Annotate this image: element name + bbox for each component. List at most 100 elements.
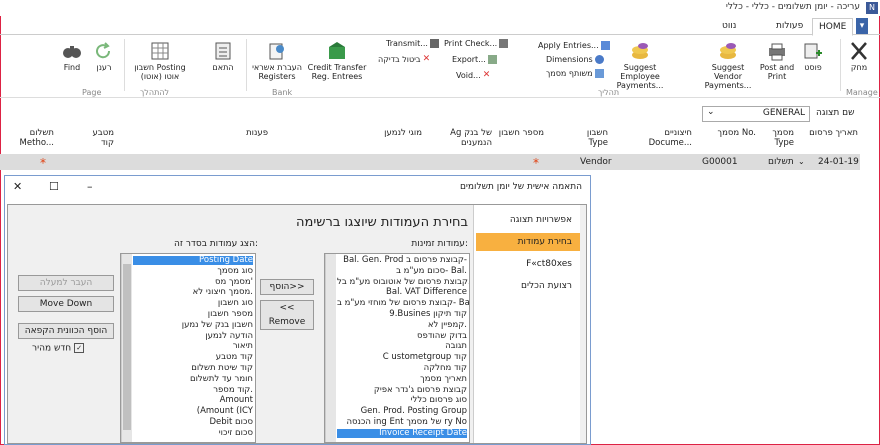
- maximize-icon[interactable]: ☐: [49, 180, 59, 193]
- row-document-type[interactable]: תשלום: [768, 157, 794, 167]
- list-item[interactable]: הודעה לנמען: [133, 331, 253, 341]
- column-header-payment-method[interactable]: תשלום Metho...: [14, 128, 54, 148]
- list-item[interactable]: קוד מטבע: [133, 352, 253, 362]
- list-item[interactable]: מספר חשבון: [133, 309, 253, 319]
- available-columns-list[interactable]: Bal. Gen. Prod קבוצת פרסום ב- סכום מע"מ ב…: [324, 253, 470, 443]
- tab-actions[interactable]: פעולות: [770, 18, 809, 34]
- list-item[interactable]: מסמך חיצוני לא.: [133, 287, 253, 297]
- list-item[interactable]: סוג פרסום כללי: [337, 395, 467, 405]
- group-label-manage: Manage: [846, 88, 878, 97]
- group-label-bank: Bank: [272, 88, 293, 97]
- suggest-vendor-payments-button[interactable]: Suggest Vendor Payments...: [700, 41, 756, 90]
- chevron-down-icon[interactable]: ⌄: [798, 157, 805, 166]
- list-item[interactable]: (Amount (ICY: [133, 406, 253, 416]
- list-item[interactable]: סכום זיכוי: [133, 428, 253, 438]
- credit-transfer-button[interactable]: Credit Transfer Reg. Entrees: [304, 41, 370, 81]
- list-item[interactable]: Invoice Receipt Date: [337, 428, 467, 439]
- suggest-employee-payments-button[interactable]: Suggest Employee Payments...: [612, 41, 668, 90]
- list-item[interactable]: הכנסה ing Ent של מסמך ry No: [337, 417, 467, 427]
- list-item[interactable]: קוד שיטת תשלום: [133, 363, 253, 373]
- nav-item-choose-columns[interactable]: בחירת עמודות: [476, 233, 580, 251]
- move-up-button[interactable]: העבר למעלה: [18, 275, 114, 291]
- list-item[interactable]: Bal. VAT Difference: [337, 287, 467, 297]
- available-scrollbar[interactable]: [325, 254, 336, 442]
- checkbox-checked-icon[interactable]: ✓: [74, 343, 85, 353]
- scrollbar-thumb[interactable]: [123, 264, 131, 430]
- delete-button[interactable]: מחק: [844, 41, 874, 72]
- tab-home[interactable]: HOME: [812, 18, 854, 36]
- posting-calc-button[interactable]: חשבון Posting אוטו (אוטו): [128, 41, 192, 81]
- refresh-button[interactable]: רענן: [90, 41, 118, 72]
- reconcile-button[interactable]: משותף מסמך: [546, 69, 604, 78]
- find-button[interactable]: Find: [58, 41, 86, 72]
- list-item[interactable]: Posting Date: [133, 255, 253, 266]
- choose-columns-panel: בחירת העמודות שיוצגו ברשימה עמודות זמינו…: [8, 205, 476, 443]
- selected-columns-list[interactable]: Posting Date סוג מסמך מסמך מס' מסמך חיצוני …: [120, 253, 256, 443]
- list-item[interactable]: קוד מספר.: [133, 385, 253, 395]
- column-header-document-type[interactable]: מסמך Type: [766, 128, 794, 148]
- list-item[interactable]: תאריך מסמך: [337, 374, 467, 384]
- list-item[interactable]: בדוק שהודפס: [337, 331, 467, 341]
- column-header-currency[interactable]: מטבע קוד: [80, 128, 114, 148]
- ribbon-tabs: ▾ HOME פעולות נווט: [0, 16, 880, 36]
- list-item[interactable]: Bal. Gen. Prod קבוצת פרסום ב-: [337, 255, 467, 265]
- apply-entries-button[interactable]: Apply Entries...: [538, 41, 610, 50]
- nav-item-factboxes[interactable]: F«ct80xes: [476, 255, 580, 273]
- column-header-external-doc[interactable]: חיצוניים Docume...: [636, 128, 692, 148]
- list-item[interactable]: חשבון בנק של נמען: [133, 320, 253, 330]
- row-account-type[interactable]: Vendor: [580, 157, 612, 167]
- dimensions-button[interactable]: Dimensions: [546, 55, 604, 64]
- list-item[interactable]: קבוצת פרסום של אוטובוס מע"מ בל.: [337, 277, 469, 287]
- list-item[interactable]: מסמך מס': [133, 277, 253, 287]
- list-item[interactable]: Amount: [133, 395, 253, 405]
- row-posting-date[interactable]: 24-01-19: [818, 157, 859, 167]
- quick-access-dropdown-icon[interactable]: ▾: [856, 18, 868, 34]
- column-header-posting-date[interactable]: תאריך פרסום: [804, 128, 858, 138]
- list-item[interactable]: קבוצת פרסום של מוחזי מע"מ ב- Bal: [337, 298, 469, 308]
- apply-entries-icon: [600, 41, 610, 50]
- column-header-document-no[interactable]: מסמך No.: [716, 128, 756, 138]
- view-name-select[interactable]: GENERAL ⌄: [702, 106, 810, 122]
- close-icon[interactable]: ✕: [13, 180, 22, 193]
- transfer-registers-button[interactable]: העברת אשראי Registers: [250, 41, 304, 81]
- list-item[interactable]: תיאור: [133, 341, 253, 351]
- column-header-message[interactable]: מוגי לנמען: [376, 128, 422, 138]
- tab-navigate[interactable]: נווט: [716, 18, 742, 34]
- add-column-button[interactable]: הוסף>>: [260, 279, 314, 295]
- list-item[interactable]: Gen. Prod. Posting Group: [337, 406, 467, 416]
- calculator-icon: [212, 41, 234, 61]
- list-item[interactable]: חומר עד לתשלום: [133, 374, 253, 384]
- list-item[interactable]: Debit סכום: [133, 417, 253, 427]
- list-item[interactable]: סוג מסמך: [133, 266, 253, 276]
- cancel-check-button[interactable]: ביטול בדיקה ✕: [378, 55, 432, 65]
- nav-item-display-options[interactable]: אפשרויות תצוגה: [476, 211, 580, 229]
- list-item[interactable]: קבוצת פרסום ג'נדר אפיק: [337, 385, 467, 395]
- list-item[interactable]: קוד מחלקה: [337, 363, 467, 373]
- column-header-description[interactable]: פענות: [228, 128, 268, 138]
- list-item[interactable]: תגובה: [337, 341, 467, 351]
- selected-scrollbar[interactable]: [121, 254, 132, 442]
- transmit-button[interactable]: Transmit...: [386, 39, 439, 48]
- nav-item-ribbon[interactable]: רצועת הכלים: [476, 277, 580, 295]
- post-and-print-button[interactable]: Post and Print: [758, 41, 796, 81]
- column-header-account-type[interactable]: חשבון Type: [574, 128, 608, 148]
- remove-column-button[interactable]: << Remove: [260, 300, 314, 330]
- move-down-button[interactable]: Move Down: [18, 296, 114, 312]
- list-item[interactable]: 9.Busines קוד תיקון: [337, 309, 467, 319]
- quick-entry-checkbox[interactable]: חדש מהיר ✓: [32, 343, 85, 354]
- list-item[interactable]: סכום מע"מ ב- Bal.: [337, 266, 467, 276]
- print-check-button[interactable]: Print Check...: [444, 39, 509, 48]
- column-header-account-no[interactable]: מספר חשבון: [498, 128, 544, 138]
- add-freeze-pane-button[interactable]: הוסף הכוונית הקפאה: [18, 323, 114, 339]
- minimize-icon[interactable]: –: [87, 180, 93, 193]
- column-header-recipient-bank[interactable]: Ag של בנק הנמענים: [436, 128, 492, 148]
- export-button[interactable]: Export...: [452, 55, 497, 64]
- list-item[interactable]: C ustometgroup קוד: [337, 352, 467, 362]
- list-item[interactable]: קמפיין לא.: [337, 320, 467, 330]
- void-button[interactable]: Void... ✕: [456, 71, 492, 81]
- row-document-no[interactable]: G00001: [702, 157, 738, 167]
- divider: [840, 39, 841, 91]
- list-item[interactable]: סוג חשבון: [133, 298, 253, 308]
- reconcile-calc-button[interactable]: התאם: [204, 41, 242, 72]
- post-button[interactable]: פוסט: [798, 41, 828, 72]
